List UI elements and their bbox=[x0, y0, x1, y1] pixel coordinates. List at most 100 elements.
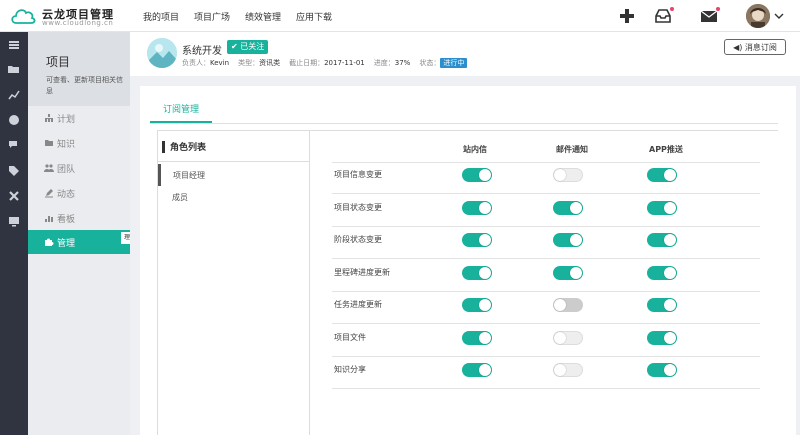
toggle-app-push[interactable] bbox=[647, 200, 677, 215]
app-url: www.cloudlong.cn bbox=[42, 19, 114, 27]
pencil-icon bbox=[45, 189, 53, 198]
sidebar-item-activity[interactable]: 动态 bbox=[28, 181, 130, 205]
row-label: 项目状态变更 bbox=[334, 202, 382, 212]
top-bar: 云龙项目管理 www.cloudlong.cn 我的项目 项目广场 绩效管理 应… bbox=[0, 0, 800, 32]
nav-project-square[interactable]: 项目广场 bbox=[194, 10, 230, 23]
toggle-email[interactable] bbox=[553, 168, 583, 182]
toggle-knob bbox=[479, 266, 491, 279]
toggle-inbox[interactable] bbox=[462, 233, 492, 247]
folder-icon bbox=[45, 140, 53, 146]
nav-app-download[interactable]: 应用下载 bbox=[296, 10, 332, 23]
toggle-knob bbox=[664, 201, 676, 214]
toggle-email[interactable] bbox=[553, 233, 583, 247]
toggle-inbox[interactable] bbox=[462, 168, 492, 182]
role-list-title: 角色列表 bbox=[158, 131, 309, 162]
toggle-app-push[interactable] bbox=[647, 363, 677, 377]
progress-key: 进度： bbox=[373, 59, 395, 67]
monitor-icon[interactable] bbox=[7, 214, 21, 228]
sidebar-item-label: 团队 bbox=[57, 164, 76, 175]
side-description: 可查看、更新项目相关信息 bbox=[46, 76, 123, 95]
chevron-down-icon[interactable] bbox=[774, 12, 784, 20]
toggle-knob bbox=[554, 331, 566, 344]
role-item-member[interactable]: 成员 bbox=[158, 186, 309, 208]
globe-icon[interactable] bbox=[7, 113, 21, 127]
status-badge: 进行中 bbox=[440, 58, 468, 68]
toggle-email[interactable] bbox=[553, 330, 583, 345]
toggle-inbox[interactable] bbox=[462, 363, 492, 377]
toggle-inbox[interactable] bbox=[462, 330, 492, 345]
line-chart-icon[interactable] bbox=[7, 88, 21, 102]
toggle-knob bbox=[664, 234, 676, 246]
tag-icon[interactable] bbox=[7, 164, 21, 178]
col-header-app-push: APP推送 bbox=[649, 145, 683, 154]
toggle-email[interactable] bbox=[553, 298, 583, 312]
sidebar-item-label: 计划 bbox=[57, 114, 76, 125]
project-avatar bbox=[147, 38, 177, 68]
row-label: 阶段状态变更 bbox=[334, 235, 382, 244]
type-value: 资讯类 bbox=[259, 59, 281, 67]
toggle-app-push[interactable] bbox=[647, 168, 677, 182]
comments-icon[interactable] bbox=[7, 138, 21, 152]
project-header: 系统开发 ✔ 已关注 负责人： Kevin 类型： 资讯类 截止日期： 2017… bbox=[130, 32, 800, 76]
avatar-image bbox=[746, 4, 770, 28]
row-label: 项目文件 bbox=[334, 332, 366, 342]
toggle-app-push[interactable] bbox=[647, 265, 677, 280]
grid-row-line bbox=[332, 290, 760, 292]
project-name: 系统开发 bbox=[182, 46, 222, 57]
toggle-inbox[interactable] bbox=[462, 265, 492, 280]
toggle-app-push[interactable] bbox=[647, 330, 677, 345]
toggle-knob bbox=[664, 169, 676, 181]
close-x-icon[interactable] bbox=[7, 189, 21, 203]
sidebar-item-board[interactable]: 看板 bbox=[28, 206, 130, 230]
row-label: 任务进度更新 bbox=[334, 300, 382, 309]
left-rail bbox=[0, 32, 28, 435]
folder-open-icon[interactable] bbox=[7, 62, 21, 76]
col-header-email: 邮件通知 bbox=[556, 145, 588, 154]
row-label: 知识分享 bbox=[334, 365, 366, 374]
avatar[interactable] bbox=[746, 4, 770, 28]
status-key: 状态： bbox=[419, 59, 441, 67]
toggle-knob bbox=[554, 299, 566, 311]
nav-performance[interactable]: 绩效管理 bbox=[245, 10, 281, 23]
grid-header-line bbox=[332, 162, 760, 163]
toggle-knob bbox=[570, 234, 582, 246]
type-key: 类型： bbox=[238, 59, 260, 67]
content-panel: 订阅管理 角色列表 项目经理 成员 站内信 邮件通知 APP推送 项目信息变更项… bbox=[140, 86, 796, 435]
sidebar-item-label: 动态 bbox=[57, 189, 76, 200]
sidebar-item-team[interactable]: 团队 bbox=[28, 156, 130, 180]
puzzle-icon bbox=[45, 238, 54, 246]
toggle-email[interactable] bbox=[553, 363, 583, 377]
grid-row-line bbox=[332, 193, 760, 194]
project-side-panel: 项目 可查看、更新项目相关信息 计划 知识 团队 动态 看板 管理 bbox=[28, 32, 130, 435]
menu-icon[interactable] bbox=[7, 38, 21, 52]
toggle-app-push[interactable] bbox=[647, 233, 677, 247]
follow-button[interactable]: ✔ 已关注 bbox=[227, 40, 269, 54]
toggle-knob bbox=[479, 364, 491, 376]
toggle-knob bbox=[479, 331, 491, 344]
toggle-inbox[interactable] bbox=[462, 298, 492, 312]
toggle-email[interactable] bbox=[553, 265, 583, 280]
sidebar-item-knowledge[interactable]: 知识 bbox=[28, 131, 130, 155]
owner-value: Kevin bbox=[210, 59, 230, 67]
side-title: 项目 bbox=[46, 55, 71, 69]
toggle-knob bbox=[570, 201, 582, 214]
sidebar-item-manage[interactable]: 管理 bbox=[28, 230, 130, 254]
sidebar-item-plan[interactable]: 计划 bbox=[28, 106, 130, 130]
plus-icon[interactable] bbox=[618, 7, 636, 25]
toggle-email[interactable] bbox=[553, 200, 583, 215]
bar-chart-icon bbox=[45, 216, 53, 222]
toggle-inbox[interactable] bbox=[462, 200, 492, 215]
toggle-knob bbox=[479, 234, 491, 246]
message-subscribe-button[interactable]: ◀) 消息订阅 bbox=[724, 39, 786, 55]
grid-row-line bbox=[332, 258, 760, 259]
app-logo[interactable]: 云龙项目管理 www.cloudlong.cn bbox=[10, 6, 130, 28]
toggle-knob bbox=[479, 169, 491, 181]
inbox-badge bbox=[670, 7, 674, 11]
owner-key: 负责人： bbox=[182, 59, 210, 67]
top-nav: 我的项目 项目广场 绩效管理 应用下载 bbox=[143, 0, 347, 32]
tab-subscription-manage[interactable]: 订阅管理 bbox=[150, 96, 212, 123]
toggle-knob bbox=[664, 331, 676, 344]
toggle-app-push[interactable] bbox=[647, 298, 677, 312]
role-item-project-manager[interactable]: 项目经理 bbox=[158, 164, 309, 186]
nav-my-projects[interactable]: 我的项目 bbox=[143, 10, 179, 23]
